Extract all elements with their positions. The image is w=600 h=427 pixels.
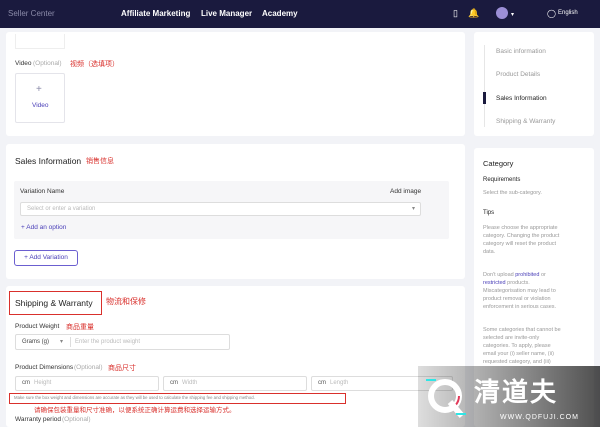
chevron-down-icon: ▾ [411, 206, 415, 212]
variation-input[interactable]: Select or enter a variation ▾ [20, 202, 421, 216]
restricted-tip-line: restricted products. [483, 279, 581, 287]
watermark-url: WWW.QDFUJI.COM [500, 414, 579, 421]
height-unit: cm [22, 380, 30, 386]
bell-icon[interactable]: 🔔 [468, 8, 479, 18]
video-annotation: 视频（选填项） [70, 61, 119, 68]
warning-annotation: 请确保包装重量和尺寸准确，以便系统正确计算运费和选择运输方式。 [34, 407, 236, 414]
nav-sales-information[interactable]: Sales Information [496, 95, 547, 102]
tips-line: Miscategorisation may lead to [483, 288, 556, 294]
tips-line: enforcement in serious cases. [483, 304, 557, 310]
watermark-q-logo [426, 379, 466, 418]
tips-line: email your (i) seller name, (ii) [483, 351, 554, 357]
tips-line: categories. To apply, please [483, 343, 551, 349]
plus-icon: + [36, 84, 42, 95]
nav-affiliate-marketing[interactable]: Affiliate Marketing [121, 9, 190, 18]
shipping-warranty-card: Shipping & Warranty 物流和保修 Product Weight… [6, 286, 465, 427]
warranty-optional-label: (Optional) [62, 416, 91, 423]
product-weight-label: Product Weight [15, 323, 60, 330]
avatar[interactable] [496, 7, 508, 19]
dimensions-optional-label: (Optional) [74, 364, 103, 371]
tips-line: category will reset the product [483, 241, 557, 247]
watermark-brand: 清道夫 [474, 377, 559, 407]
weight-divider [70, 337, 71, 347]
language-selector[interactable]: English [558, 10, 578, 16]
video-upload-box[interactable]: + Video [15, 73, 65, 123]
sales-information-card: Sales Information 销售信息 Variation Name Ad… [6, 144, 465, 279]
nav-shipping-warranty[interactable]: Shipping & Warranty [496, 118, 555, 125]
video-optional-label: (Optional) [33, 60, 62, 67]
product-weight-input[interactable]: Grams (g) ▾ Enter the product weight [15, 334, 230, 350]
previous-upload-box [15, 34, 65, 49]
tips-line: Some categories that cannot be [483, 327, 561, 333]
tips-text: or [540, 272, 546, 278]
dimensions-warning: Make sure the box weight and dimensions … [14, 395, 255, 400]
tips-line: selected are invite-only [483, 335, 540, 341]
weight-unit-select[interactable]: Grams (g) [22, 339, 49, 345]
tips-line: category. Changing the product [483, 233, 560, 239]
nav-product-details[interactable]: Product Details [496, 71, 540, 78]
variation-name-label: Variation Name [20, 188, 65, 195]
warranty-period-label: Warranty period [15, 416, 61, 423]
section-nav-track [484, 45, 485, 127]
tips-line: Please choose the appropriate [483, 225, 558, 231]
length-unit: cm [318, 380, 326, 386]
globe-icon[interactable]: ◯ [547, 9, 556, 19]
width-unit: cm [170, 380, 178, 386]
requirements-text: Select the sub-category. [483, 190, 542, 196]
tips-text: products. [507, 280, 530, 286]
width-placeholder: Width [182, 380, 198, 386]
top-bar: Seller Center Affiliate Marketing Live M… [0, 0, 600, 28]
video-label: Video [15, 60, 32, 67]
add-variation-button[interactable]: + Add Variation [14, 250, 78, 266]
tips-line: data. [483, 249, 496, 255]
prohibited-tip-line: Don't upload prohibited or [483, 271, 581, 279]
dimensions-annotation: 商品尺寸 [108, 365, 136, 372]
requirements-title: Requirements [483, 177, 521, 183]
prohibited-link[interactable]: prohibited [515, 272, 539, 278]
seller-center-logo: Seller Center [8, 9, 55, 18]
video-card: Video (Optional) 视频（选填项） + Video [6, 32, 465, 136]
nav-basic-information[interactable]: Basic information [496, 48, 546, 55]
tips-line: product removal or violation [483, 296, 551, 302]
shipping-title: Shipping & Warranty [15, 298, 93, 308]
weight-placeholder: Enter the product weight [75, 339, 141, 345]
tips-text: Don't upload [483, 272, 514, 278]
chevron-down-icon[interactable]: ▾ [511, 10, 514, 20]
variation-placeholder: Select or enter a variation [27, 206, 96, 212]
product-dimensions-label: Product Dimensions [15, 364, 74, 371]
video-upload-label: Video [32, 102, 49, 109]
tips-title: Tips [483, 210, 495, 216]
sales-annotation: 销售信息 [86, 158, 114, 165]
category-title: Category [483, 159, 514, 168]
length-placeholder: Length [330, 380, 349, 386]
variation-panel: Variation Name Add image Select or enter… [14, 181, 449, 239]
chevron-down-icon: ▾ [60, 339, 64, 345]
width-input[interactable]: cm Width [163, 376, 307, 391]
weight-annotation: 商品重量 [66, 324, 94, 331]
nav-live-manager[interactable]: Live Manager [201, 9, 252, 18]
restricted-link[interactable]: restricted [483, 280, 506, 286]
height-input[interactable]: cm Height [15, 376, 159, 391]
sales-information-title: Sales Information [15, 156, 82, 166]
phone-icon[interactable]: ▯ [453, 8, 458, 18]
add-option-link[interactable]: + Add an option [21, 224, 66, 231]
watermark: 清道夫 WWW.QDFUJI.COM [418, 366, 600, 427]
section-nav-active-indicator [483, 92, 486, 104]
height-placeholder: Height [34, 380, 52, 386]
shipping-title-annotation: 物流和保修 [106, 297, 146, 306]
tips-line: requested category, and (iii) [483, 359, 551, 365]
nav-academy[interactable]: Academy [262, 9, 298, 18]
add-image-link[interactable]: Add image [390, 188, 421, 195]
